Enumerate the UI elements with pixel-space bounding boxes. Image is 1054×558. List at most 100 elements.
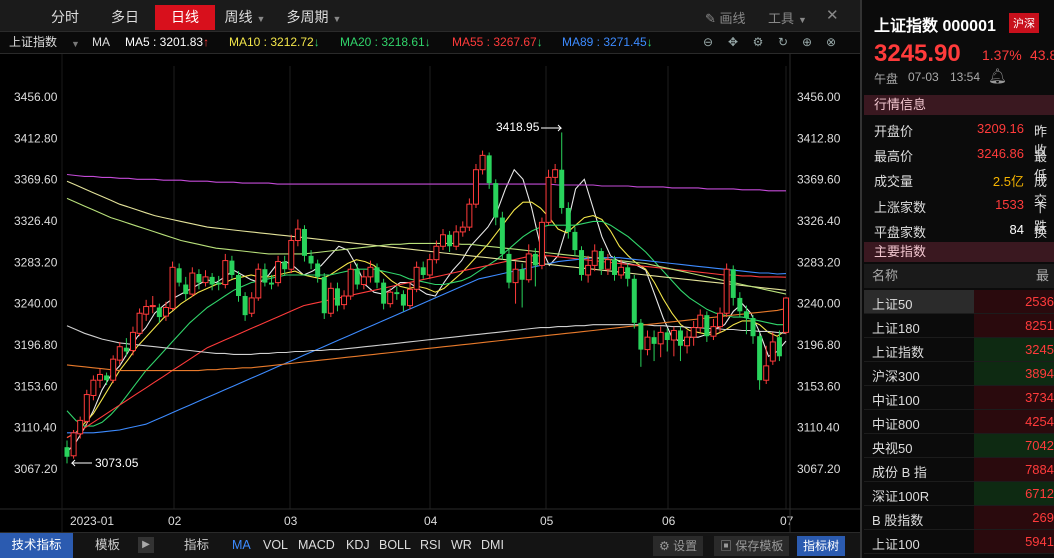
candle-body — [123, 347, 129, 352]
last-price: 3245.90 — [874, 40, 961, 67]
candle-body — [453, 231, 460, 247]
candle-body — [229, 260, 235, 275]
candle-body — [387, 291, 394, 305]
index-row[interactable]: 上证50 2536 — [864, 290, 1054, 314]
candle-body — [70, 432, 77, 457]
tab-weekly[interactable]: 周线 ▼ — [215, 5, 275, 30]
indicator-dmi[interactable]: DMI — [481, 533, 504, 558]
ma-line-ma10 — [66, 201, 787, 439]
candle-body — [704, 315, 710, 337]
candle-body — [360, 276, 367, 286]
save-icon: ▣ — [720, 539, 733, 553]
candle-body — [315, 263, 321, 277]
candle-body — [499, 217, 505, 254]
indicator-macd[interactable]: MACD — [298, 533, 335, 558]
candle-body — [472, 169, 479, 205]
index-value: 3894 — [974, 362, 1054, 385]
template-button[interactable]: 模板 — [95, 533, 120, 558]
index-row[interactable]: 深证100R 6712 — [864, 482, 1054, 506]
candle-body — [657, 331, 664, 345]
index-value: 269 — [974, 506, 1054, 529]
x-tick-label: 2023-01 — [70, 514, 114, 528]
candle-body — [110, 358, 117, 381]
indicator-tree-button[interactable]: 指标树 — [797, 536, 846, 556]
index-row[interactable]: 成份 B 指 7884 — [864, 458, 1054, 482]
symbol-name: 上证指数 — [874, 18, 939, 35]
settings-label: 设置 — [673, 539, 698, 553]
candle-body — [512, 268, 519, 284]
chevron-down-icon: ▼ — [332, 14, 342, 24]
tab-weekly-label: 周线 — [224, 9, 253, 25]
gear-icon: ⚙ — [659, 539, 670, 553]
candle-body — [202, 276, 209, 284]
candle-body — [104, 375, 110, 381]
candle-body — [156, 307, 162, 318]
index-value: 3734 — [974, 386, 1054, 409]
candle-body — [723, 268, 730, 314]
candle-body — [664, 332, 670, 341]
indicator-wr[interactable]: WR — [451, 533, 472, 558]
low-annotation: 3073.05 — [95, 456, 139, 470]
quote-panel: 上证指数 000001 沪深 3245.90 1.37% 43.8 午盘 07-… — [860, 0, 1054, 558]
y-tick-label-right: 3283.20 — [797, 255, 841, 269]
chevron-right-icon[interactable]: ▶ — [138, 537, 154, 553]
index-row[interactable]: 沪深300 3894 — [864, 362, 1054, 386]
candle-body — [282, 261, 288, 270]
indicator-kdj[interactable]: KDJ — [346, 533, 370, 558]
legend-ma5-value: MA5 : 3201.83 — [125, 35, 204, 49]
index-row[interactable]: 上证180 8251 — [864, 314, 1054, 338]
save-template-button[interactable]: ▣ 保存模板 — [714, 536, 790, 556]
move-icon[interactable]: ✥ — [726, 35, 740, 49]
indicator-rsi[interactable]: RSI — [420, 533, 441, 558]
kline-chart[interactable]: 3456.00 3456.00 3412.80 3412.80 3369.60 3369.… — [0, 54, 860, 534]
y-tick-label-left: 3283.20 — [14, 255, 58, 269]
add-icon[interactable]: ⊕ — [800, 35, 814, 49]
candle-body — [183, 284, 189, 295]
bell-icon[interactable]: 🔔︎ — [988, 67, 1007, 85]
candle-body — [341, 295, 348, 306]
index-name: 上证180 — [872, 321, 920, 336]
candle-body — [222, 260, 229, 286]
index-name: 上证100 — [872, 537, 920, 552]
candle-body — [618, 266, 625, 276]
index-row[interactable]: 上证指数 3245 — [864, 338, 1054, 362]
draw-line-button[interactable]: ✎ 画线 — [705, 8, 746, 27]
indicator-ma[interactable]: MA — [232, 533, 251, 558]
tab-multi-period[interactable]: 多周期 ▼ — [278, 5, 350, 30]
gear-icon[interactable]: ⚙ — [751, 35, 765, 49]
settings-button[interactable]: ⚙ 设置 — [653, 536, 704, 556]
y-tick-label-left: 3067.20 — [14, 462, 58, 476]
candle-body — [545, 176, 552, 223]
tools-menu-button[interactable]: 工具 ▼ — [768, 8, 807, 27]
index-row[interactable]: 央视50 7042 — [864, 434, 1054, 458]
candle-body — [579, 250, 585, 275]
index-row[interactable]: B 股指数 269 — [864, 506, 1054, 530]
chevron-down-icon[interactable]: ▼ — [71, 34, 80, 55]
index-row[interactable]: 中证800 4254 — [864, 410, 1054, 434]
y-tick-label-right: 3196.80 — [797, 338, 841, 352]
candle-body — [710, 326, 717, 337]
open-value: 3209.16 — [977, 121, 1024, 136]
indicator-label: 指标 — [184, 538, 210, 552]
candle-body — [189, 272, 196, 295]
tech-indicator-tab[interactable]: 技术指标 — [0, 533, 73, 558]
tab-multiday[interactable]: 多日 — [95, 5, 155, 30]
tab-daily[interactable]: 日线 — [155, 5, 215, 30]
candle-body — [268, 282, 274, 285]
index-row[interactable]: 中证100 3734 — [864, 386, 1054, 410]
refresh-icon[interactable]: ↻ — [776, 35, 790, 49]
index-row[interactable]: 上证100 5941 — [864, 530, 1054, 554]
indicator-boll[interactable]: BOLL — [379, 533, 411, 558]
candle-body — [176, 268, 182, 283]
candle-body — [737, 297, 743, 312]
y-tick-label-right: 3326.40 — [797, 214, 841, 228]
tab-intraday[interactable]: 分时 — [35, 5, 95, 30]
candle-body — [236, 274, 242, 297]
low-arrow — [70, 459, 92, 467]
indicator-vol[interactable]: VOL — [263, 533, 288, 558]
index-name: 上证指数 — [872, 345, 925, 360]
candle-body — [321, 276, 327, 314]
close-circle-icon[interactable]: ⊗ — [824, 35, 838, 49]
close-icon[interactable]: ✕ — [826, 6, 839, 24]
collapse-icon[interactable]: ⊖ — [701, 35, 715, 49]
